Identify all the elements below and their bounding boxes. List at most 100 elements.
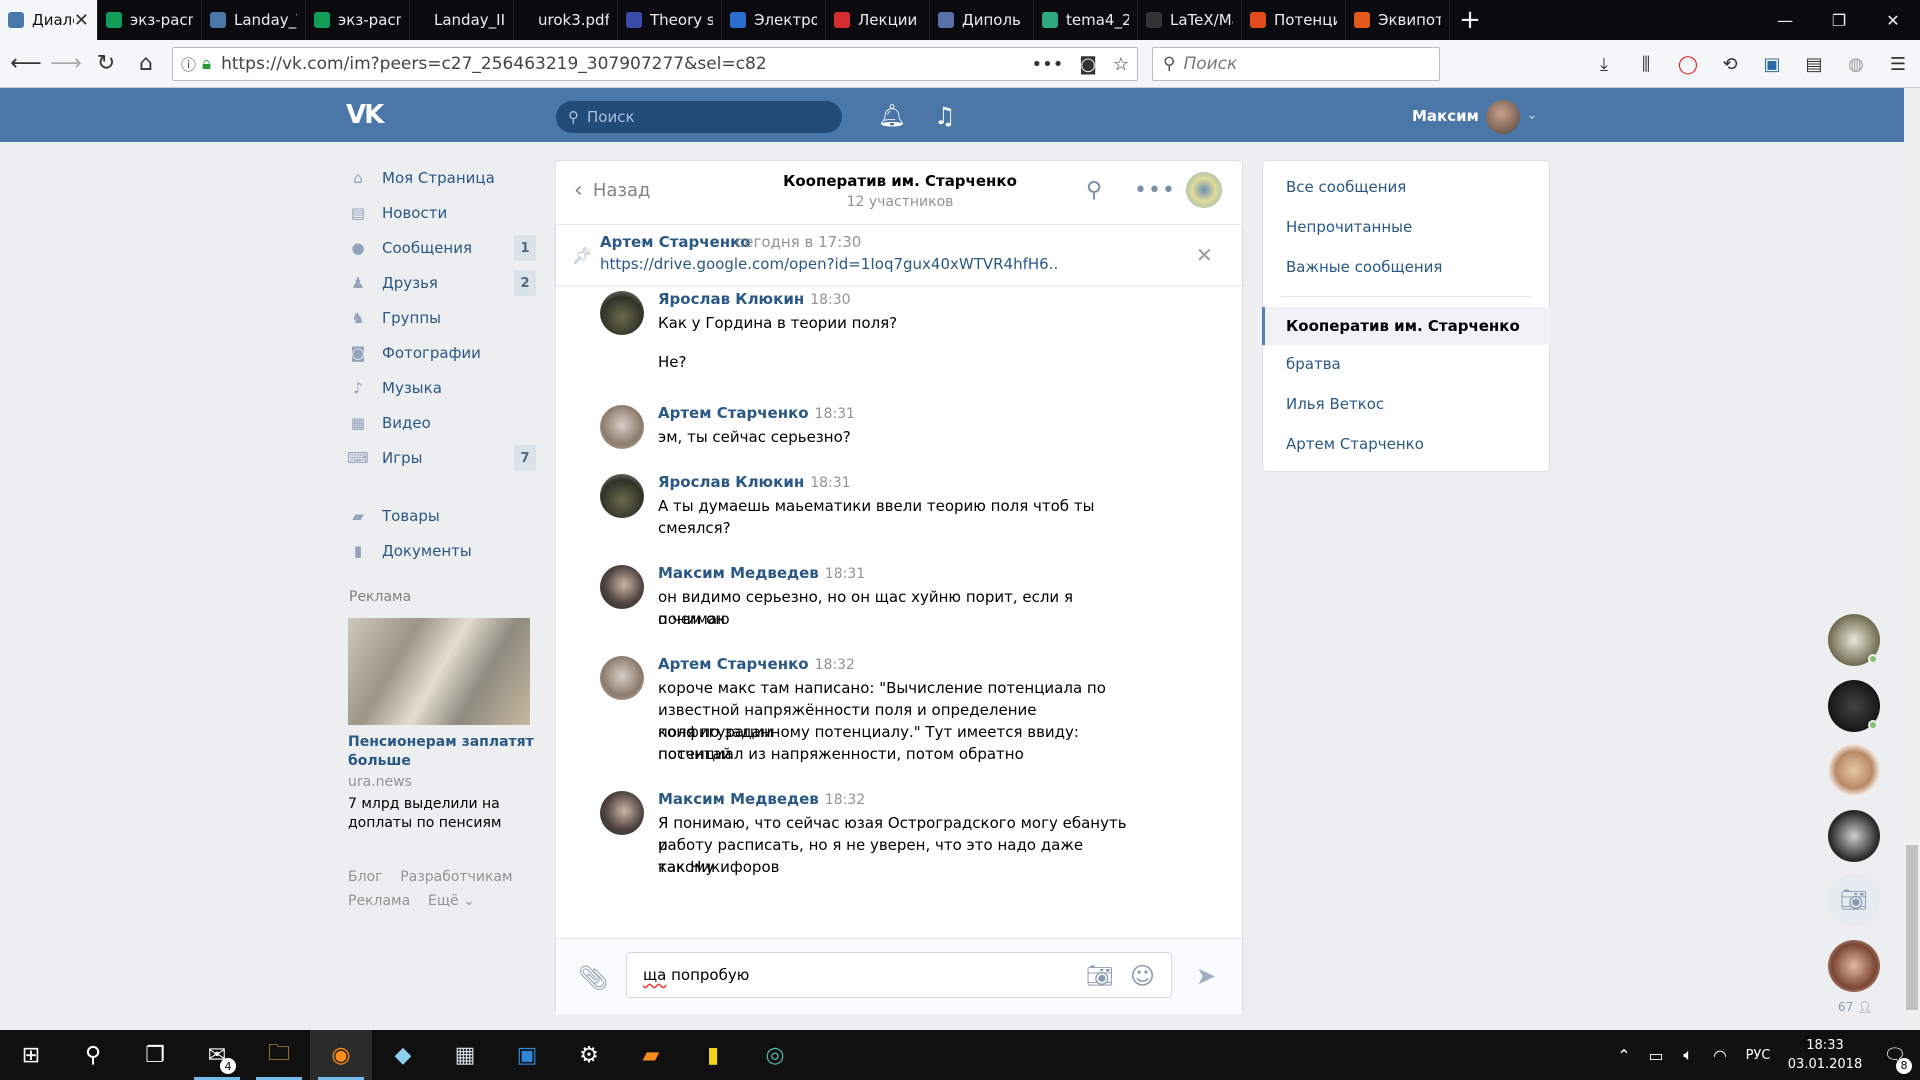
wifi-icon[interactable]: ◠ (1704, 1046, 1736, 1065)
back-arrow-icon[interactable]: ⟵ (6, 44, 46, 84)
extension-icon[interactable]: ▣ (1756, 48, 1788, 80)
menu-item[interactable]: ▮ Документы (348, 536, 536, 566)
app-icon[interactable]: ▣ (496, 1030, 558, 1080)
message-time[interactable]: 18:31 (810, 475, 850, 491)
selected-conversation[interactable]: Кооператив им. Старченко (1286, 317, 1520, 335)
message-time[interactable]: 18:32 (815, 657, 855, 673)
footer-developers-link[interactable]: Разработчикам (400, 869, 512, 885)
browser-tab[interactable]: Электром (722, 0, 826, 40)
message-time[interactable]: 18:31 (815, 406, 855, 422)
notifications-bell-icon[interactable]: 🔔︎ (878, 104, 906, 129)
send-icon[interactable]: ➤ (1196, 962, 1216, 990)
ad-title[interactable]: Пенсионерам заплатят больше (348, 733, 538, 771)
back-button[interactable]: ‹ Назад (574, 178, 650, 203)
scrollbar-thumb[interactable] (1906, 845, 1918, 1010)
browser-tab[interactable]: экз-распр (98, 0, 202, 40)
menu-icon[interactable]: ☰ (1882, 48, 1914, 80)
more-actions-icon[interactable]: ••• (1134, 178, 1176, 203)
menu-item[interactable]: ▰ Товары (348, 501, 536, 531)
camera-icon[interactable]: 📷︎ (1086, 964, 1114, 989)
user-avatar[interactable] (1486, 100, 1520, 134)
menu-item[interactable]: ◙ Фотографии (348, 338, 536, 368)
message-author[interactable]: Максим Медведев (658, 790, 819, 808)
camera-icon[interactable]: 📷︎ (1828, 874, 1880, 926)
message-author[interactable]: Максим Медведев (658, 564, 819, 582)
filter-important[interactable]: Важные сообщения (1286, 258, 1442, 276)
message-time[interactable]: 18:32 (825, 792, 865, 808)
restore-button[interactable]: ❐ (1812, 0, 1866, 40)
sublime-icon[interactable]: ▰ (620, 1030, 682, 1080)
browser-tab[interactable]: Landay_V (202, 0, 306, 40)
footer-more-link[interactable]: Ещё ⌄ (428, 893, 475, 909)
chat-members-count[interactable]: 12 участников (690, 194, 1110, 210)
notification-center-icon[interactable]: 🗨︎ 8 (1870, 1045, 1920, 1074)
ad-image[interactable] (348, 618, 530, 725)
footer-blog-link[interactable]: Блог (348, 869, 382, 885)
friend-avatar[interactable] (1828, 940, 1880, 992)
download-icon[interactable]: ⤓ (1588, 48, 1620, 80)
browser-tab[interactable]: urok3.pdf (514, 0, 618, 40)
sync-icon[interactable]: ⟲ (1714, 48, 1746, 80)
user-name[interactable]: Максим (1412, 107, 1479, 125)
file-explorer-icon[interactable]: 🗀︎ (248, 1030, 310, 1080)
friend-avatar[interactable] (1828, 810, 1880, 862)
url-bar[interactable]: ⓘ 🔒︎ https://vk.com/im?peers=c27_2564632… (172, 47, 1138, 81)
menu-item[interactable]: ● Сообщения 1 (348, 233, 536, 263)
conversation-item[interactable]: Артем Старченко (1286, 435, 1424, 453)
search-icon[interactable]: ⚲ (62, 1030, 124, 1080)
menu-item[interactable]: ♪ Музыка (348, 373, 536, 403)
windows-start-icon[interactable]: ⊞ (0, 1030, 62, 1080)
message-time[interactable]: 18:30 (810, 292, 850, 308)
info-icon[interactable]: ⓘ (181, 54, 196, 75)
ad-text[interactable]: 7 млрд выделили на доплаты по пенсиям (348, 795, 538, 833)
task-view-icon[interactable]: ❐ (124, 1030, 186, 1080)
message-avatar[interactable] (600, 474, 644, 518)
browser-tab[interactable]: LaTeX/Ma (1138, 0, 1242, 40)
message-avatar[interactable] (600, 791, 644, 835)
minimize-button[interactable]: — (1758, 0, 1812, 40)
emoji-smile-icon[interactable]: ☺ (1130, 962, 1155, 990)
pdf-app-icon[interactable]: ▮ (682, 1030, 744, 1080)
attach-paperclip-icon[interactable]: 📎︎ (578, 964, 608, 992)
globe-icon[interactable]: ◍ (1840, 48, 1872, 80)
firefox-icon[interactable]: ◉ (310, 1030, 372, 1080)
mail-app-icon[interactable]: ✉ 4 (186, 1030, 248, 1080)
message-avatar[interactable] (600, 656, 644, 700)
reload-icon[interactable]: ↻ (86, 44, 126, 84)
message-avatar[interactable] (600, 291, 644, 335)
message-author[interactable]: Ярослав Клюкин (658, 473, 804, 491)
chat-title[interactable]: Кооператив им. Старченко (690, 172, 1110, 190)
battery-icon[interactable]: ▭ (1640, 1046, 1672, 1065)
bookmark-star-icon[interactable]: ☆ (1113, 54, 1129, 75)
menu-item[interactable]: ⌂ Моя Страница (348, 163, 536, 193)
footer-ads-link[interactable]: Реклама (348, 893, 410, 909)
page-actions-icon[interactable]: ••• (1032, 54, 1064, 75)
filter-all-messages[interactable]: Все сообщения (1286, 178, 1406, 196)
vk-logo-icon[interactable]: VK (346, 100, 396, 130)
browser-tab[interactable]: Диполь в (930, 0, 1034, 40)
friends-online-count[interactable]: 67 👤︎ (1838, 1000, 1872, 1014)
message-author[interactable]: Ярослав Клюкин (658, 290, 804, 308)
steam-icon[interactable]: ⚙ (558, 1030, 620, 1080)
browser-tab[interactable]: Landay_II.pdf (410, 0, 514, 40)
message-avatar[interactable] (600, 565, 644, 609)
home-icon[interactable]: ⌂ (126, 44, 166, 84)
menu-item[interactable]: ♟ Друзья 2 (348, 268, 536, 298)
search-icon[interactable]: ⚲ (1086, 178, 1102, 203)
browser-tab[interactable]: экз-распр (306, 0, 410, 40)
chevron-up-icon[interactable]: ⌃ (1608, 1046, 1640, 1065)
browser-tab[interactable]: Эквипоте (1346, 0, 1450, 40)
library-icon[interactable]: ⫼ (1630, 48, 1662, 80)
forward-arrow-icon[interactable]: ⟶ (46, 44, 86, 84)
volume-icon[interactable]: 🔈︎ (1672, 1045, 1704, 1065)
message-time[interactable]: 18:31 (825, 566, 865, 582)
chevron-down-icon[interactable]: ⌄ (1526, 107, 1538, 123)
friend-avatar[interactable] (1828, 744, 1880, 796)
opera-icon[interactable]: ◯ (1672, 48, 1704, 80)
browser-tab[interactable]: Theory s0 (618, 0, 722, 40)
conversation-item[interactable]: Илья Веткос (1286, 395, 1384, 413)
filter-unread[interactable]: Непрочитанные (1286, 218, 1412, 236)
message-avatar[interactable] (600, 405, 644, 449)
app-icon[interactable]: ◆ (372, 1030, 434, 1080)
new-tab-button[interactable]: + (1450, 0, 1490, 40)
